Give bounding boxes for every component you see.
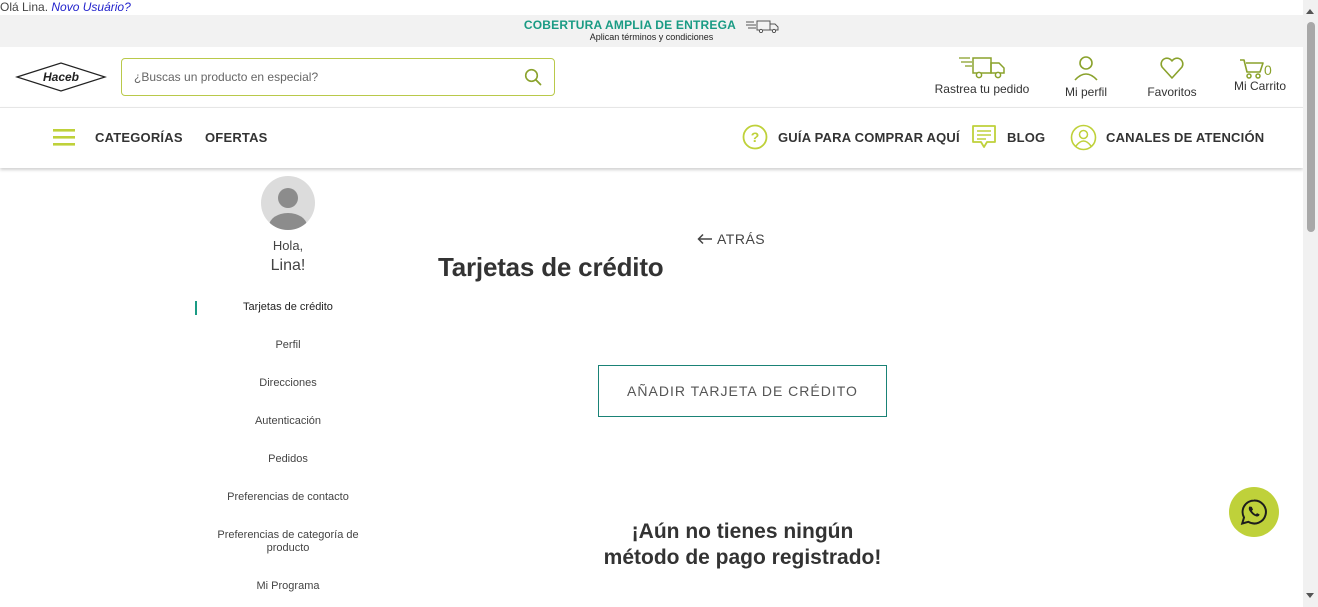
scrollbar-thumb[interactable] — [1307, 22, 1315, 232]
profile-name: Lina! — [270, 257, 306, 274]
add-credit-card-button[interactable]: AÑADIR TARJETA DE CRÉDITO — [598, 365, 887, 417]
side-item-orders[interactable]: Pedidos — [195, 453, 381, 466]
nav-offers[interactable]: OFERTAS — [205, 130, 268, 145]
profile-label: Mi perfil — [1064, 85, 1107, 99]
promo-subtitle: Aplican términos y condiciones — [589, 32, 714, 42]
new-user-link[interactable]: Novo Usuário? — [51, 0, 130, 14]
profile-hello: Hola, — [272, 238, 304, 253]
logo-text: Haceb — [43, 70, 79, 84]
whatsapp-button[interactable] — [1229, 487, 1279, 537]
profile-summary: Hola, Lina! — [195, 176, 381, 275]
arrow-left-icon — [697, 233, 712, 245]
side-item-addresses[interactable]: Direcciones — [195, 377, 381, 390]
side-item-contact-preferences[interactable]: Preferencias de contacto — [195, 491, 381, 504]
promo-title: COBERTURA AMPLIA DE ENTREGA — [523, 18, 736, 32]
haceb-logo[interactable]: Haceb — [15, 62, 107, 92]
scroll-down-arrow-icon[interactable] — [1306, 593, 1314, 598]
cart-count: 0 — [1264, 62, 1272, 78]
site-header: Haceb Rastrea tu pedido Mi perfil — [0, 47, 1303, 107]
scroll-up-arrow-icon[interactable] — [1306, 9, 1314, 14]
nav-blog[interactable]: BLOG — [1007, 130, 1045, 145]
side-item-my-program[interactable]: Mi Programa — [195, 580, 381, 593]
search-icon[interactable] — [524, 68, 542, 86]
support-icon — [1070, 124, 1097, 151]
truck-icon — [959, 57, 1005, 79]
track-order-button[interactable]: Rastrea tu pedido — [934, 55, 1030, 96]
favorites-label: Favoritos — [1147, 85, 1197, 99]
search-box — [121, 58, 555, 96]
profile-button[interactable]: Mi perfil — [1059, 55, 1113, 99]
cart-button[interactable]: 0 Mi Carrito — [1231, 55, 1289, 93]
back-link[interactable]: ATRÁS — [697, 231, 765, 247]
avatar — [261, 176, 315, 230]
whatsapp-icon — [1240, 499, 1267, 525]
empty-state-message: ¡Aún no tienes ningún método de pago reg… — [560, 519, 925, 571]
page-scrollbar[interactable] — [1303, 0, 1318, 607]
back-label: ATRÁS — [717, 231, 766, 247]
truck-icon — [746, 20, 779, 33]
favorites-button[interactable]: Favoritos — [1144, 55, 1200, 99]
track-order-label: Rastrea tu pedido — [934, 82, 1030, 96]
blog-icon — [972, 125, 996, 148]
cart-label: Mi Carrito — [1233, 79, 1286, 93]
question-icon: ? — [742, 124, 768, 150]
greeting-bar: Olá Lina. Novo Usuário? — [0, 0, 131, 14]
heart-icon — [1160, 57, 1184, 79]
greeting-text: Olá Lina. — [0, 0, 52, 14]
nav-support[interactable]: CANALES DE ATENCIÓN — [1106, 130, 1264, 145]
cart-icon — [1240, 59, 1264, 79]
promo-bar: COBERTURA AMPLIA DE ENTREGA Aplican térm… — [0, 15, 1303, 47]
main-nav: CATEGORÍAS OFERTAS ? GUÍA PARA COMPRAR A… — [0, 107, 1303, 168]
user-avatar-icon — [269, 188, 307, 230]
promo-title-row: COBERTURA AMPLIA DE ENTREGA — [0, 18, 1303, 33]
side-item-category-preferences[interactable]: Preferencias de categoría de producto — [195, 529, 381, 555]
side-item-authentication[interactable]: Autenticación — [195, 415, 381, 428]
page-title: Tarjetas de crédito — [438, 252, 664, 282]
svg-text:?: ? — [751, 129, 760, 145]
side-item-credit-cards[interactable]: Tarjetas de crédito — [195, 301, 381, 314]
search-input[interactable] — [134, 68, 514, 86]
user-icon — [1074, 56, 1098, 81]
nav-categories[interactable]: CATEGORÍAS — [95, 130, 183, 145]
empty-state-line-2: método de pago registrado! — [603, 546, 882, 569]
nav-guide[interactable]: GUÍA PARA COMPRAR AQUÍ — [778, 130, 960, 145]
menu-icon[interactable] — [53, 127, 75, 147]
side-item-profile[interactable]: Perfil — [195, 339, 381, 352]
empty-state-line-1: ¡Aún no tienes ningún — [631, 520, 854, 543]
